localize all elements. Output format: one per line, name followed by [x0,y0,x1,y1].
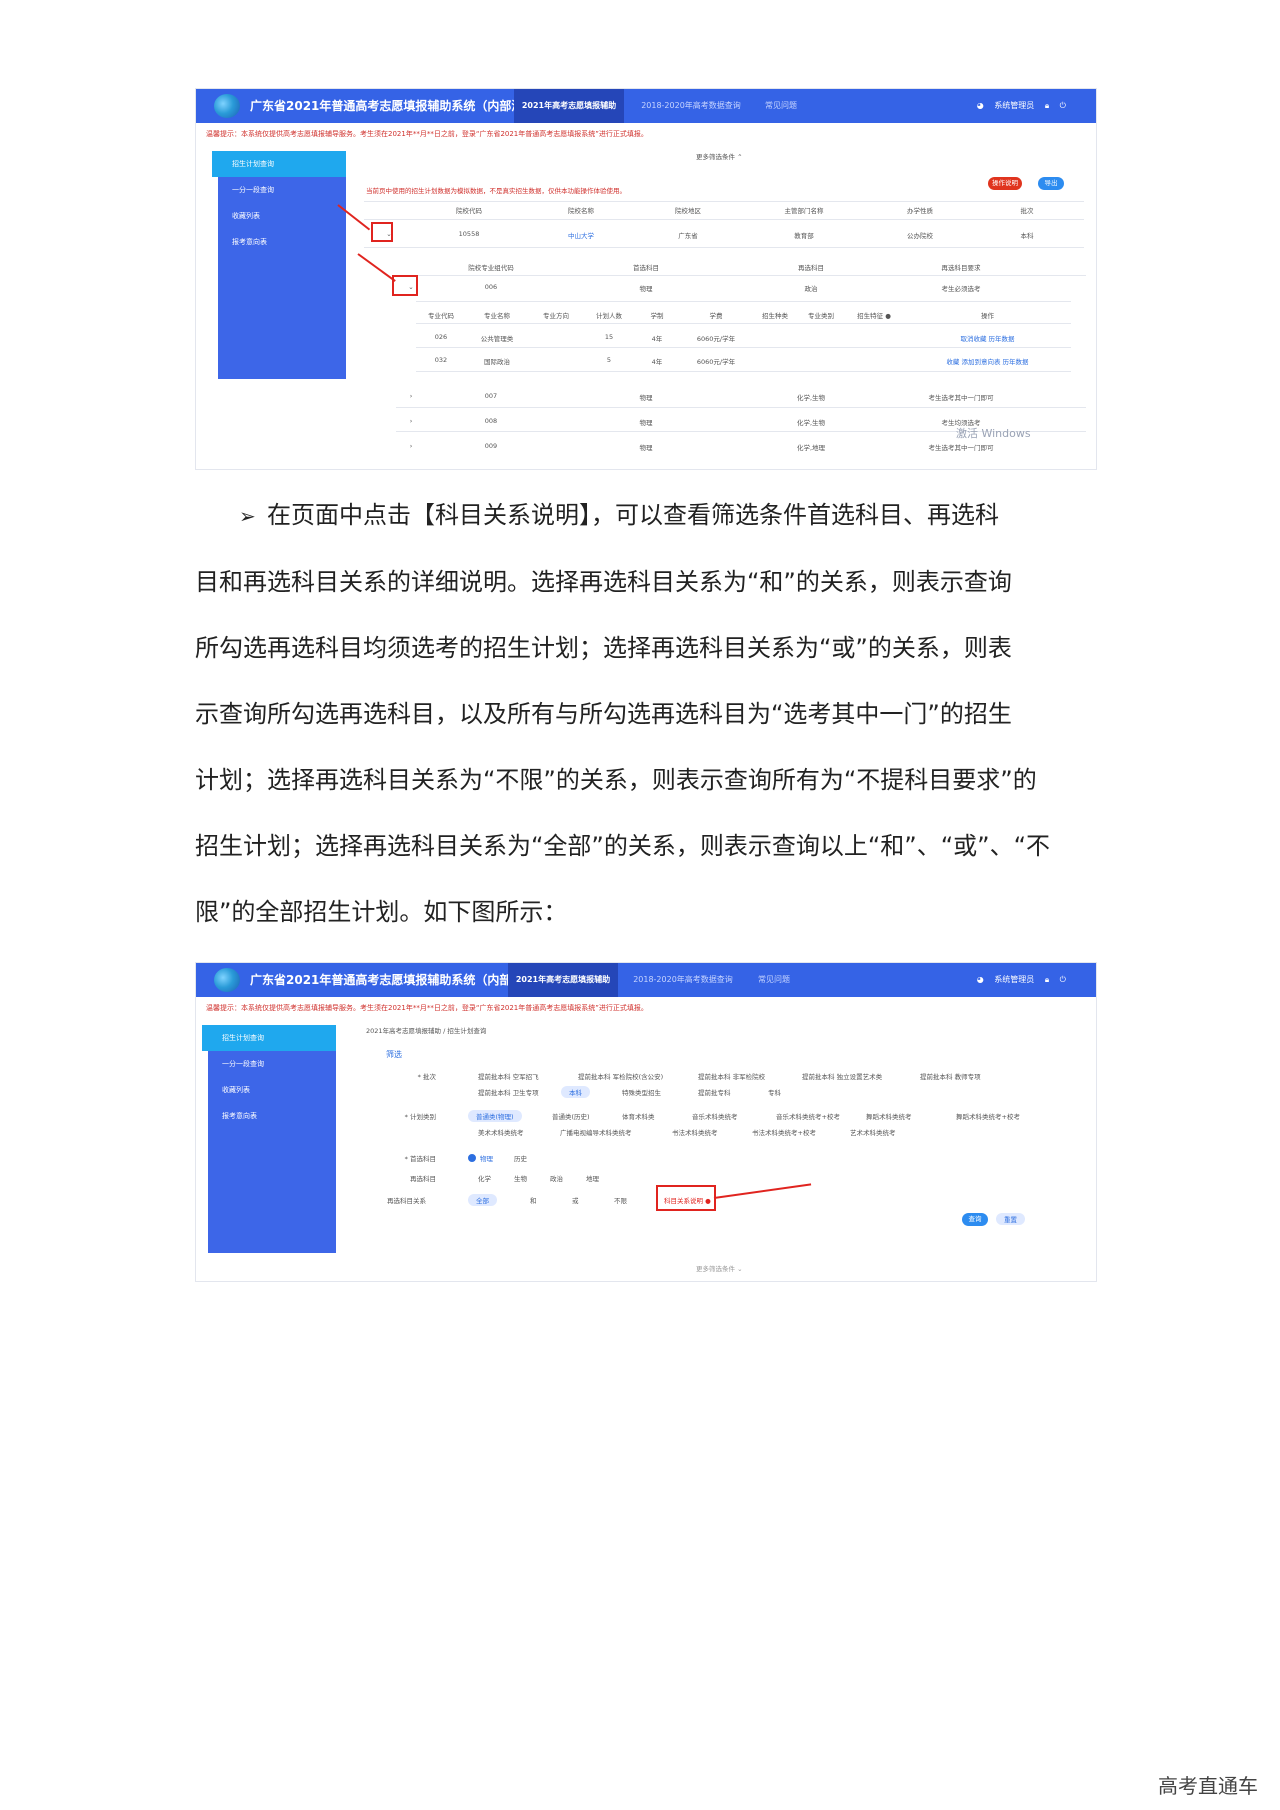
radio-selected-icon [468,1154,476,1162]
first-subject-history-radio[interactable]: 历史 [514,1153,527,1163]
arrow-to-help-link [713,1183,812,1199]
app-header: 广东省2021年普通高考志愿填报辅助系统（内部测试版） 2021年高考志愿填报辅… [196,89,1096,123]
filter-title: 筛选 [386,1050,402,1059]
power-icon[interactable]: ⏻ [1060,101,1066,110]
sidebar-item-favorites[interactable]: 收藏列表 [208,1077,336,1103]
highlight-box-school [371,222,393,242]
sidebar-item-plan-query[interactable]: 招生计划查询 [202,1025,336,1051]
major-table-header: 专业代码 专业名称 专业方向 计划人数 学制 学费 招生种类 专业类别 招生特征… [428,312,994,320]
screenshot-filter-panel: 广东省2021年普通高考志愿填报辅助系统（内部测试版） 2021年高考志愿填报辅… [195,962,1097,1282]
row-actions[interactable]: 收藏 添加到意向表 历年数据 [904,356,1071,366]
school-table-row[interactable]: ⌄ 10558 中山大学 广东省 教育部 公办院校 本科 [364,230,1084,240]
breadcrumb: 2021年高考志愿填报辅助 / 招生计划查询 [366,1027,487,1035]
bullet-arrow-icon: ➢ [239,504,256,528]
export-button[interactable]: 导出 [1038,177,1064,190]
major-table-row: 026 公共管理类 15 4年 6060元/学年 取消收藏 历年数据 [416,333,1071,343]
more-filter-link[interactable]: 更多筛选条件 ⌄ [696,1263,743,1273]
system-logo-icon [214,94,240,118]
tab-fill-assist[interactable]: 2021年高考志愿填报辅助 [508,963,618,997]
first-subject-physics-radio[interactable]: 物理 [468,1153,493,1163]
group-table-row[interactable]: ⌄ 006 物理 政治 考生必须选考 [396,283,1086,293]
notice-text: 温馨提示：本系统仅提供高考志愿填报辅导服务。考生须在2021年**月**日之前，… [206,1004,648,1012]
power-icon[interactable]: ⏻ [1060,975,1066,984]
footer-brand: 高考直通车 [1158,1774,1258,1798]
user-area: ◕ 系统管理员 🔒︎ ⏻ [969,89,1066,123]
tab-faq[interactable]: 常见问题 [751,89,811,123]
lock-icon[interactable]: 🔒︎ [1045,101,1049,110]
user-area: ◕ 系统管理员 🔒︎ ⏻ [969,963,1066,997]
group-table-header: 院校专业组代码 首选科目 再选科目 再选科目要求 [468,264,981,272]
sidebar-item-intent-table[interactable]: 报考意向表 [208,1103,336,1129]
expand-toggle-icon[interactable]: › [396,392,426,402]
user-name[interactable]: 系统管理员 [994,101,1034,110]
sidebar-item-score-segment[interactable]: 一分一段查询 [218,177,346,203]
school-table-header: 院校代码 院校名称 院校地区 主管部门名称 办学性质 批次 [456,207,1034,215]
system-logo-icon [214,968,240,992]
sidebar: 招生计划查询 一分一段查询 收藏列表 报考意向表 [202,1025,336,1253]
tab-history-data[interactable]: 2018-2020年高考数据查询 [628,963,738,997]
sidebar-item-intent-table[interactable]: 报考意向表 [218,229,346,255]
expand-toggle-icon[interactable]: › [396,417,426,427]
windows-watermark: 激活 Windows [956,427,1031,440]
user-avatar-icon: ◕ [976,101,984,110]
tab-fill-assist[interactable]: 2021年高考志愿填报辅助 [514,89,624,123]
lock-icon[interactable]: 🔒︎ [1045,975,1049,984]
user-avatar-icon: ◕ [976,975,984,984]
sidebar-item-plan-query[interactable]: 招生计划查询 [212,151,346,177]
help-button[interactable]: 操作说明 [988,177,1022,190]
sidebar: 招生计划查询 一分一段查询 收藏列表 报考意向表 [212,151,346,379]
group-table-row[interactable]: › 007 物理 化学,生物 考生选考其中一门即可 [396,392,1086,402]
arrow-to-group-toggle [357,253,396,282]
user-name[interactable]: 系统管理员 [994,975,1034,984]
row-actions[interactable]: 取消收藏 历年数据 [904,333,1071,343]
tab-history-data[interactable]: 2018-2020年高考数据查询 [636,89,746,123]
screenshot-plan-detail: 广东省2021年普通高考志愿填报辅助系统（内部测试版） 2021年高考志愿填报辅… [195,88,1097,470]
info-line: 当前页中使用的招生计划数据为模拟数据，不是真实招生数据，仅供本功能操作体验使用。 [366,187,626,195]
tab-faq[interactable]: 常见问题 [744,963,804,997]
expand-toggle-icon[interactable]: › [396,442,426,452]
highlight-box-group [392,275,418,296]
highlight-box-help [656,1185,716,1211]
major-table-row: 032 国际政治 5 4年 6060元/学年 收藏 添加到意向表 历年数据 [416,356,1071,366]
group-table-row[interactable]: › 009 物理 化学,地理 考生选考其中一门即可 [396,442,1086,452]
app-title: 广东省2021年普通高考志愿填报辅助系统（内部测试版） [250,99,560,113]
app-header: 广东省2021年普通高考志愿填报辅助系统（内部测试版） 2021年高考志愿填报辅… [196,963,1096,997]
sidebar-item-score-segment[interactable]: 一分一段查询 [208,1051,336,1077]
notice-text: 温馨提示：本系统仅提供高考志愿填报辅导服务。考生须在2021年**月**日之前，… [206,130,648,138]
search-button[interactable]: 查询 [962,1213,988,1226]
sidebar-item-favorites[interactable]: 收藏列表 [218,203,346,229]
reset-button[interactable]: 重置 [996,1213,1025,1225]
more-filter-link[interactable]: 更多筛选条件 ⌃ [696,151,743,161]
explanation-paragraph: ➢ 在页面中点击【科目关系说明】，可以查看筛选条件首选科目、再选科 目和再选科目关… [195,482,1095,945]
